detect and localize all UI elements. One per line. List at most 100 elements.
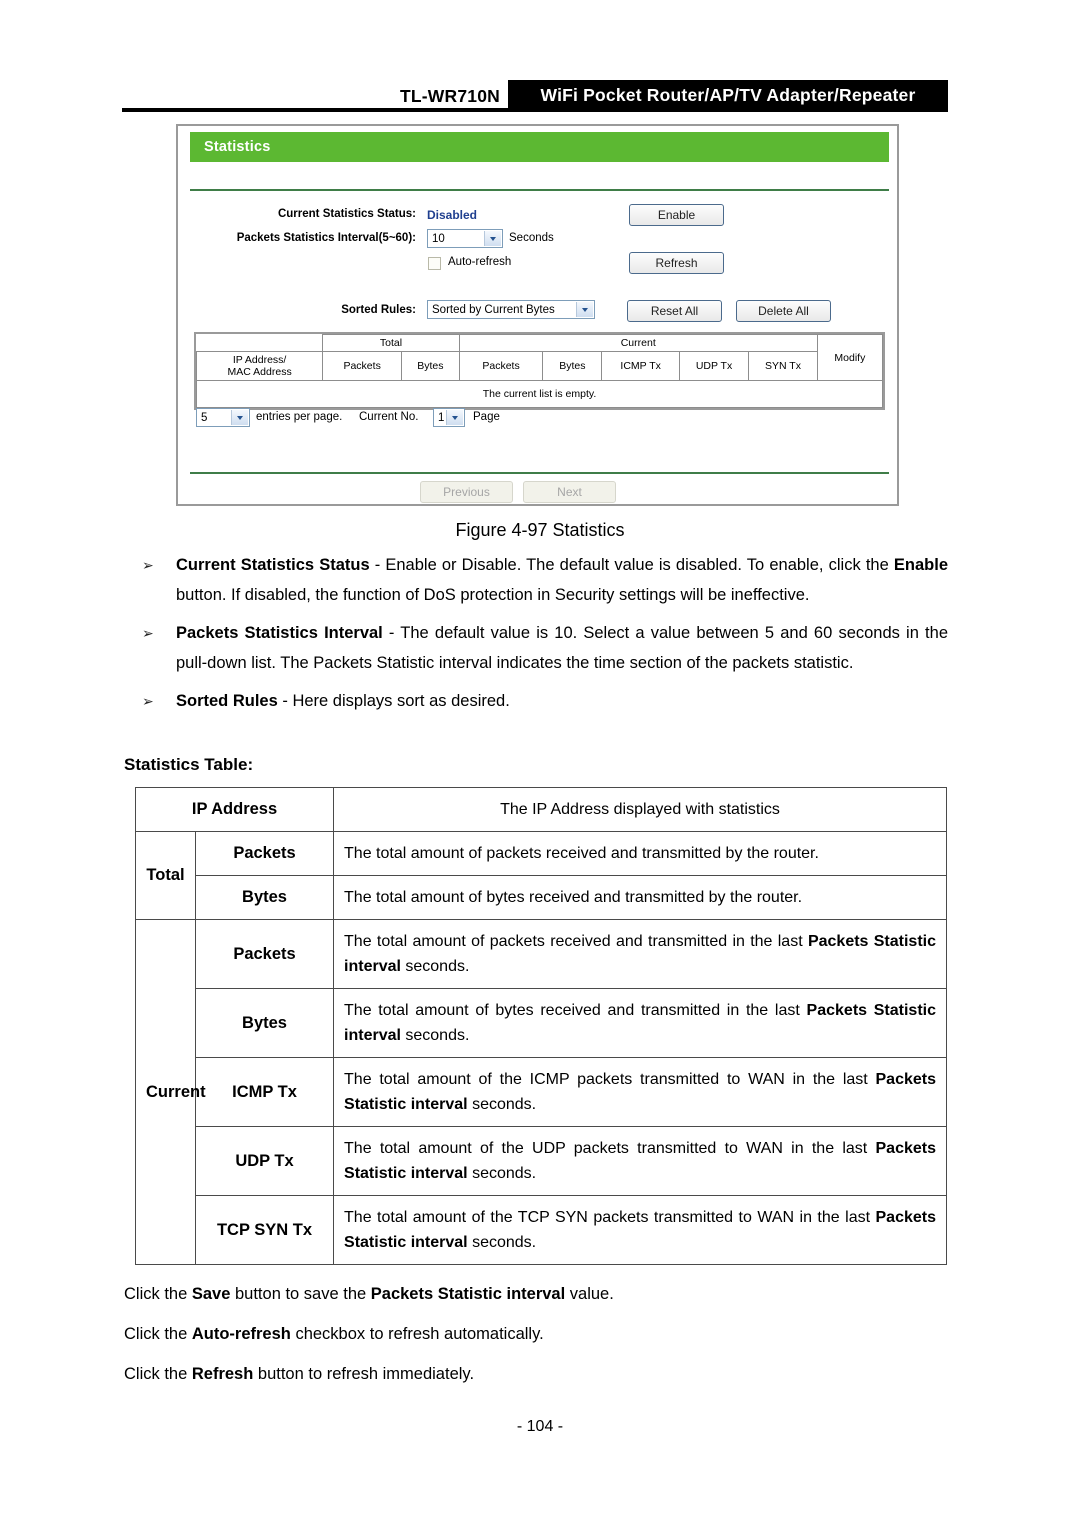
table-column-header-row: IP Address/ MAC Address Packets Bytes Pa… [195, 351, 883, 382]
desc-post-3: seconds. [400, 958, 470, 975]
delete-all-button[interactable]: Delete All [736, 300, 831, 322]
sorted-rules-value: Sorted by Current Bytes [432, 303, 555, 316]
current-page-value: 1 [438, 411, 445, 424]
group-current-cell: Current [458, 333, 818, 353]
closing-2-mid: button to refresh immediately. [253, 1365, 475, 1383]
closing-2-b1: Refresh [191, 1365, 254, 1383]
bullet-sorted-rules: ➢ Sorted Rules - Here displays sort as de… [124, 686, 948, 716]
entries-per-page-select[interactable]: 5 [196, 408, 250, 427]
current-page-select[interactable]: 1 [433, 408, 465, 427]
desc-pre-6: The total amount of the UDP packets tran… [344, 1140, 876, 1157]
closing-line-save: Click the Save button to save the Packet… [124, 1280, 614, 1308]
bullet-arrow-icon: ➢ [142, 557, 154, 573]
previous-button[interactable]: Previous [420, 481, 513, 503]
bullet-arrow-icon: ➢ [142, 625, 154, 641]
row-name-icmp-tx: ICMP Tx [194, 1057, 335, 1127]
column-total-packets: Packets [322, 351, 403, 382]
closing-1-mid: checkbox to refresh automatically. [290, 1325, 544, 1343]
table-row: Current Packets The total amount of pack… [135, 919, 947, 1265]
desc-pre-2: The total amount of bytes received and t… [344, 889, 803, 906]
panel-divider-top [190, 189, 889, 191]
column-total-bytes: Bytes [401, 351, 460, 382]
bullet-arrow-icon: ➢ [142, 693, 154, 709]
desc-pre-3: The total amount of packets received and… [344, 933, 808, 950]
column-ip-line2: MAC Address [227, 366, 292, 379]
closing-line-auto-refresh: Click the Auto-refresh checkbox to refre… [124, 1320, 544, 1348]
enable-button[interactable]: Enable [629, 204, 724, 226]
router-ui-body: Statistics Current Statistics Status: Di… [184, 132, 891, 503]
current-status-value: Disabled [427, 208, 478, 222]
packets-interval-label: Packets Statistics Interval(5~60): [236, 232, 416, 244]
row-desc-tcp-syn-tx: The total amount of the TCP SYN packets … [333, 1195, 947, 1265]
row-desc-current-packets: The total amount of packets received and… [333, 919, 947, 989]
column-ip-line1: IP Address/ [232, 354, 287, 367]
empty-list-message: The current list is empty. [196, 380, 883, 409]
sorted-rules-select[interactable]: Sorted by Current Bytes [427, 300, 595, 319]
bullet-term-2: Sorted Rules [176, 692, 278, 710]
column-udp-tx: UDP Tx [678, 351, 750, 382]
row-desc-icmp-tx: The total amount of the ICMP packets tra… [333, 1057, 947, 1127]
chevron-down-icon [446, 410, 463, 425]
desc-pre-0: The IP Address displayed with statistics [500, 801, 780, 818]
packets-interval-value: 10 [432, 232, 445, 245]
closing-0-mid: button to save the [230, 1285, 371, 1303]
table-empty-row: The current list is empty. [196, 380, 883, 409]
statistics-list-table: Total Current Modify IP Address/ MAC Add… [194, 332, 885, 411]
page-number: - 104 - [516, 1418, 564, 1435]
statistics-description-table: IP Address The IP Address displayed with… [134, 787, 947, 1265]
bullet-current-statistics-status: ➢ Current Statistics Status - Enable or D… [124, 550, 948, 610]
chevron-down-icon [231, 410, 248, 425]
column-current-bytes: Bytes [542, 351, 603, 382]
row-desc-udp-tx: The total amount of the UDP packets tran… [333, 1126, 947, 1196]
column-syn-tx: SYN Tx [748, 351, 818, 382]
header-product-banner: WiFi Pocket Router/AP/TV Adapter/Repeate… [508, 80, 948, 110]
bullet-body-0b: button. If disabled, the function of DoS… [176, 586, 810, 604]
closing-1-pre: Click the [124, 1325, 192, 1343]
bullet-sep-0: - [369, 556, 386, 574]
closing-0-b1: Save [191, 1285, 231, 1303]
sorted-rules-label: Sorted Rules: [341, 304, 416, 316]
table-row: Total Packets The total amount of packet… [135, 831, 947, 920]
entries-per-page-value: 5 [201, 411, 208, 424]
row-name-total-packets: Packets [194, 831, 335, 876]
row-name-total-bytes: Bytes [194, 875, 335, 920]
packets-interval-select[interactable]: 10 [427, 229, 503, 248]
desc-pre-5: The total amount of the ICMP packets tra… [344, 1071, 876, 1088]
reset-all-button[interactable]: Reset All [627, 300, 722, 322]
row-name-udp-tx: UDP Tx [194, 1126, 335, 1196]
row-name-tcp-syn-tx: TCP SYN Tx [194, 1195, 335, 1265]
auto-refresh-label: Auto-refresh [448, 256, 512, 268]
group-total-cell: Total [322, 333, 460, 353]
table-row: Bytes The total amount of bytes received… [136, 988, 947, 1058]
router-ui-screenshot: Statistics Current Statistics Status: Di… [176, 124, 899, 506]
closing-1-b1: Auto-refresh [191, 1325, 291, 1343]
closing-2-pre: Click the [124, 1365, 192, 1383]
table-row: TCP SYN Tx The total amount of the TCP S… [136, 1195, 947, 1265]
auto-refresh-checkbox[interactable] [428, 257, 441, 270]
desc-post-4: seconds. [400, 1027, 470, 1044]
next-button[interactable]: Next [523, 481, 616, 503]
closing-line-refresh: Click the Refresh button to refresh imme… [124, 1360, 474, 1388]
row-name-current-bytes: Bytes [194, 988, 335, 1058]
seconds-unit-label: Seconds [509, 232, 554, 244]
row-desc-current-bytes: The total amount of bytes received and t… [333, 988, 947, 1058]
desc-pre-7: The total amount of the TCP SYN packets … [344, 1209, 876, 1226]
refresh-button[interactable]: Refresh [629, 252, 724, 274]
panel-divider-bottom [190, 472, 889, 474]
bullet-term-0: Current Statistics Status [176, 556, 370, 574]
closing-0-post: value. [565, 1285, 614, 1303]
bullet-packets-statistics-interval: ➢ Packets Statistics Interval - The defau… [124, 618, 948, 678]
header-model-name: TL-WR710N [400, 86, 500, 106]
table-row: ICMP Tx The total amount of the ICMP pac… [136, 1057, 947, 1127]
page-running-header: TL-WR710N WiFi Pocket Router/AP/TV Adapt… [0, 0, 1080, 120]
bullet-term-1: Packets Statistics Interval [176, 624, 383, 642]
desc-pre-1: The total amount of packets received and… [344, 845, 819, 862]
bullet-body-0a: Enable or Disable. The default value is … [385, 556, 894, 574]
desc-pre-4: The total amount of bytes received and t… [344, 1002, 807, 1019]
row-desc-ip-address: The IP Address displayed with statistics [333, 787, 947, 832]
column-ip-mac-address: IP Address/ MAC Address [195, 351, 324, 382]
row-desc-total-packets: The total amount of packets received and… [333, 831, 947, 876]
desc-post-7: seconds. [467, 1234, 537, 1251]
page-label: Page [473, 411, 500, 423]
bullet-emph-0: Enable [893, 556, 948, 574]
